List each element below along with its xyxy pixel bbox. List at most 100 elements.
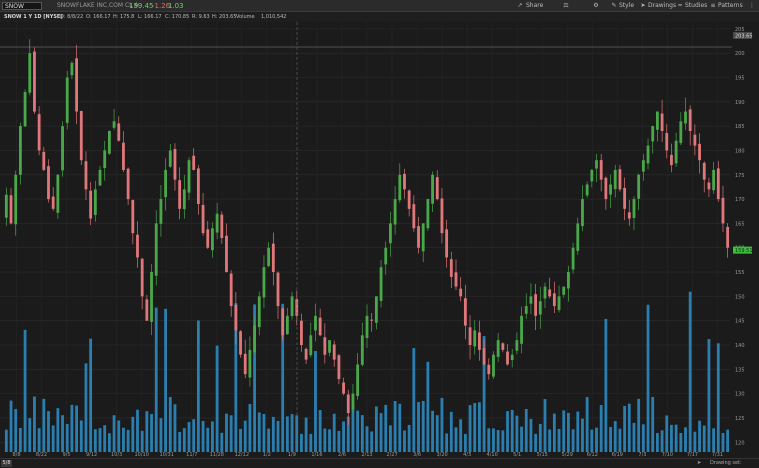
volume-bar bbox=[56, 408, 60, 452]
volume-bar bbox=[463, 433, 467, 452]
study-header: SNOW 1 Y 1D [NYSE] D: 8/8/22 O: 166.17 H… bbox=[0, 12, 759, 22]
volume-bar bbox=[196, 320, 200, 452]
drawing-set-label[interactable]: Drawing set: Default bbox=[710, 459, 759, 468]
volume-bar bbox=[454, 427, 458, 452]
candle-body bbox=[117, 123, 121, 141]
share-button[interactable]: Share bbox=[526, 0, 543, 12]
candle-body bbox=[421, 223, 425, 252]
candle-body bbox=[211, 228, 214, 251]
volume-bar bbox=[65, 423, 69, 452]
candle-body bbox=[435, 177, 439, 200]
price-tick-label: 125 bbox=[735, 416, 745, 422]
candle-body bbox=[412, 204, 416, 229]
patterns-button[interactable]: Patterns bbox=[718, 0, 743, 12]
volume-bar bbox=[122, 427, 125, 452]
volume-bar bbox=[126, 429, 130, 452]
volume-bar bbox=[393, 401, 397, 452]
candle-body bbox=[304, 348, 308, 360]
candle-body bbox=[145, 299, 149, 321]
volume-bar bbox=[599, 404, 603, 452]
share-icon[interactable]: ↗ bbox=[516, 2, 524, 10]
drawings-button[interactable]: Drawings bbox=[648, 0, 676, 12]
candle-body bbox=[501, 343, 505, 350]
candle-body bbox=[459, 288, 463, 297]
menu-icon[interactable]: ⋮ bbox=[748, 2, 756, 10]
volume-bar bbox=[684, 427, 687, 452]
candle-body bbox=[351, 393, 355, 410]
candle-body bbox=[552, 293, 556, 307]
price-tick-label: 145 bbox=[735, 319, 745, 325]
candle-body bbox=[225, 235, 228, 273]
style-icon[interactable]: ✎ bbox=[610, 2, 618, 10]
candle-body bbox=[702, 162, 706, 180]
period-badge[interactable]: 5/8 bbox=[1, 460, 12, 467]
high-price-marker-label: 203.65 bbox=[735, 33, 753, 39]
volume-bar bbox=[206, 427, 210, 452]
candle-body bbox=[253, 325, 256, 353]
candle-body bbox=[285, 315, 289, 335]
volume-bar bbox=[178, 432, 182, 452]
candle-body bbox=[84, 161, 88, 190]
studies-icon[interactable]: ≈ bbox=[676, 2, 684, 10]
symbol-input[interactable]: SNOW bbox=[2, 2, 42, 10]
candle-body bbox=[389, 223, 392, 244]
ohlc-range: R: 9.63 bbox=[192, 14, 210, 20]
candle-body bbox=[89, 190, 93, 219]
volume-bar bbox=[75, 405, 79, 452]
candle-body bbox=[440, 198, 444, 234]
candle-body bbox=[707, 182, 711, 190]
cursor-icon[interactable]: ➤ bbox=[639, 2, 647, 10]
volume-bar bbox=[23, 329, 27, 452]
candle-body bbox=[150, 272, 153, 322]
volume-bar bbox=[98, 428, 102, 452]
candle-body bbox=[478, 332, 481, 350]
volume-bar bbox=[468, 405, 472, 452]
price-chart[interactable]: 2052001951901851801751701651601551501451… bbox=[0, 22, 759, 458]
volume-bar bbox=[379, 413, 383, 452]
volume-label: Volume bbox=[236, 14, 255, 20]
volume-bar bbox=[37, 428, 41, 452]
volume-bar bbox=[267, 428, 271, 452]
volume-bar bbox=[623, 406, 627, 452]
volume-bar bbox=[716, 343, 720, 452]
patterns-icon[interactable]: ≡ bbox=[709, 2, 717, 10]
candle-body bbox=[332, 344, 336, 360]
candle-body bbox=[660, 113, 664, 131]
volume-bar bbox=[431, 410, 434, 452]
volume-bar bbox=[445, 433, 449, 452]
candle-body bbox=[98, 169, 102, 186]
volume-bar bbox=[103, 425, 107, 452]
candle-body bbox=[698, 143, 701, 161]
volume-bar bbox=[33, 396, 36, 452]
candle-body bbox=[562, 286, 566, 295]
candle-body bbox=[309, 335, 313, 356]
candle-body bbox=[567, 272, 570, 289]
volume-bar bbox=[42, 398, 46, 452]
volume-bar bbox=[412, 348, 416, 452]
candle-body bbox=[187, 160, 191, 193]
candle-body bbox=[609, 184, 612, 195]
candle-body bbox=[323, 337, 327, 355]
candle-body bbox=[393, 199, 397, 225]
volume-bar bbox=[702, 425, 706, 452]
flask-icon[interactable]: ⚖ bbox=[562, 2, 570, 10]
candle-body bbox=[18, 126, 22, 175]
candle-body bbox=[328, 340, 331, 353]
volume-bar bbox=[18, 427, 22, 452]
candle-body bbox=[576, 223, 580, 251]
candle-body bbox=[407, 190, 411, 209]
studies-button[interactable]: Studies bbox=[685, 0, 707, 12]
candle-body bbox=[159, 199, 163, 224]
volume-bar bbox=[243, 420, 247, 452]
volume-bar bbox=[271, 416, 275, 452]
candle-body bbox=[131, 199, 135, 234]
gear-icon[interactable]: ⚙ bbox=[592, 2, 600, 10]
volume-bar bbox=[473, 403, 477, 452]
volume-bar bbox=[660, 430, 664, 452]
pointer-icon[interactable]: ➤ bbox=[697, 459, 701, 468]
candle-body bbox=[712, 169, 716, 191]
price-tick-label: 190 bbox=[735, 100, 745, 106]
style-button[interactable]: Style bbox=[619, 0, 634, 12]
candle-body bbox=[136, 234, 139, 258]
volume-bar bbox=[435, 415, 439, 452]
